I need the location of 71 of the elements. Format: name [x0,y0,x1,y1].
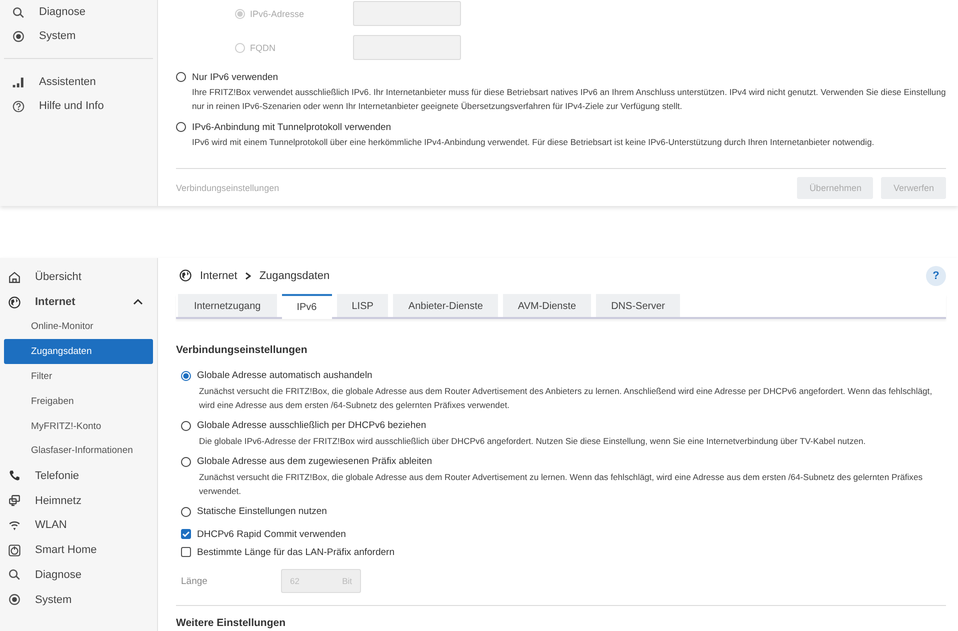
input-field[interactable] [353,35,461,60]
radio-button[interactable] [181,420,191,430]
option-label: FQDN [250,42,276,52]
radio-button[interactable] [181,370,191,380]
sidebar-item[interactable]: Übersicht [4,265,153,290]
phone-icon [8,469,21,482]
sidebar-item[interactable]: WLAN [4,512,153,538]
tab[interactable]: LISP [336,294,388,316]
checkbox-label: DHCPv6 Rapid Commit verwenden [197,528,346,540]
sidebar-item[interactable]: Telefonie [4,463,153,488]
sidebar-subitem[interactable]: Glasfaser-Informationen [4,438,153,464]
magnifier-icon [8,568,21,582]
wifi-icon [8,518,21,532]
checkbox[interactable] [181,547,191,558]
sidebar-item[interactable]: Assistenten [8,70,153,94]
option-label: IPv6-Anbindung mit Tunnelprotokoll verwenden [192,122,392,132]
field-label: Länge [181,576,208,586]
target-icon [12,30,25,42]
socket-icon [8,544,21,557]
sidebar-item[interactable]: Hilfe und Info [8,94,153,118]
radio-button[interactable] [181,456,191,466]
network-icon [8,494,21,508]
option-description: IPv6 wird mit einem Tunnelprotokoll über eine herkömmliche IPv4-Anbindung verwendet. Für diese Betriebsart ist keine IPv6-Unterstützung durch Ihren Internetanbieter notwendig. [192,136,876,149]
globe-icon [8,296,21,309]
tab[interactable]: IPv6 [282,294,332,318]
magnifier-icon [12,6,25,18]
option-label: Nur IPv6 verwenden [192,72,278,82]
tab[interactable]: DNS-Server [596,294,680,316]
option-description: Zunächst versucht die FRITZ!Box, die globale Adresse aus dem Router Advertisement des Anbieters zu lernen. Anschließend wird eine Adresse per DHCPv6 angefordert. Wenn das fehlschlägt, wird eine Adresse aus dem ersten /64-Subnetz des gelernten Präfixes verwendet. [198,384,934,412]
option-description: Die globale IPv6-Adresse der FRITZ!Box wird ausschließlich über DHCPv6 angefordert. Nutzen Sie diese Einstellung, wenn Sie eine Internetverbindung über TV-Kabel nutzen. [198,434,867,448]
radio-button[interactable] [176,122,186,132]
chevron-right-icon [245,272,252,280]
sidebar-item[interactable]: Internet [4,290,153,315]
sidebar-item[interactable]: Diagnose [4,562,153,588]
breadcrumb-item: Zugangsdaten [259,270,330,282]
help-icon [12,100,25,112]
bars-icon [12,76,25,88]
sidebar-item[interactable]: System [8,24,153,48]
section-heading: Weitere Einstellungen [176,616,286,631]
sidebar-subitem[interactable]: Freigaben [4,388,153,414]
sidebar-item[interactable]: Diagnose [8,0,153,24]
sidebar-item[interactable]: Smart Home [4,538,153,563]
sidebar-subitem[interactable]: Zugangsdaten [4,339,153,364]
tab[interactable]: Internetzugang [178,294,277,316]
help-button[interactable]: ? [926,266,946,286]
sidebar-item[interactable]: Heimnetz [4,488,153,513]
radio-button[interactable] [176,72,186,82]
footer-label: Verbindungseinstellungen [176,182,280,192]
tab[interactable]: AVM-Dienste [502,294,592,316]
option-label: IPv6-Adresse [250,8,304,18]
sidebar-item[interactable]: System [4,587,153,612]
option-label: Globale Adresse automatisch aushandeln [197,370,372,381]
input-field[interactable] [353,1,461,26]
chevron-up-icon[interactable] [133,298,143,306]
option-label: Globale Adresse ausschließlich per DHCPv6 beziehen [197,420,426,431]
option-label: Statische Einstellungen nutzen [197,506,327,517]
sidebar-subitem[interactable]: Online-Monitor [4,314,153,340]
target-icon [8,593,21,606]
sidebar-subitem[interactable]: Filter [4,364,153,389]
home-icon [8,270,21,284]
checkbox-label: Bestimmte Länge für das LAN-Präfix anfordern [197,546,394,558]
option-description: Ihre FRITZ!Box verwendet ausschließlich IPv6. Ihr Internetanbieter muss für diese Betriebsart natives IPv6 an Ihrem Anschluss unterstützen. IPv4 wird nicht genutzt. Verwenden Sie diese Einstellung nur in reinen IPv6-Szenarien oder wenn Ihr Internetanbieter geeignete Übersetzungsverfahren für IPv4-Ziele zur Verfügung stellt. [192,86,946,113]
option-description: Zunächst versucht die FRITZ!Box, die globale Adresse aus dem Router Advertisement zu lernen. Wenn das fehlschlägt, wird eine Adresse aus dem ersten /64-Subnetz des gelernten Präfixes verwendet. [198,470,924,498]
option-label: Globale Adresse aus dem zugewiesenen Präfix ableiten [197,456,432,467]
globe-icon [179,269,192,282]
sidebar-subitem[interactable]: MyFRITZ!-Konto [4,414,153,439]
section-heading: Verbindungseinstellungen [176,342,308,358]
tab[interactable]: Anbieter-Dienste [393,294,498,316]
checkbox[interactable] [181,529,191,540]
radio-button[interactable] [181,506,191,516]
breadcrumb-item[interactable]: Internet [200,270,238,282]
